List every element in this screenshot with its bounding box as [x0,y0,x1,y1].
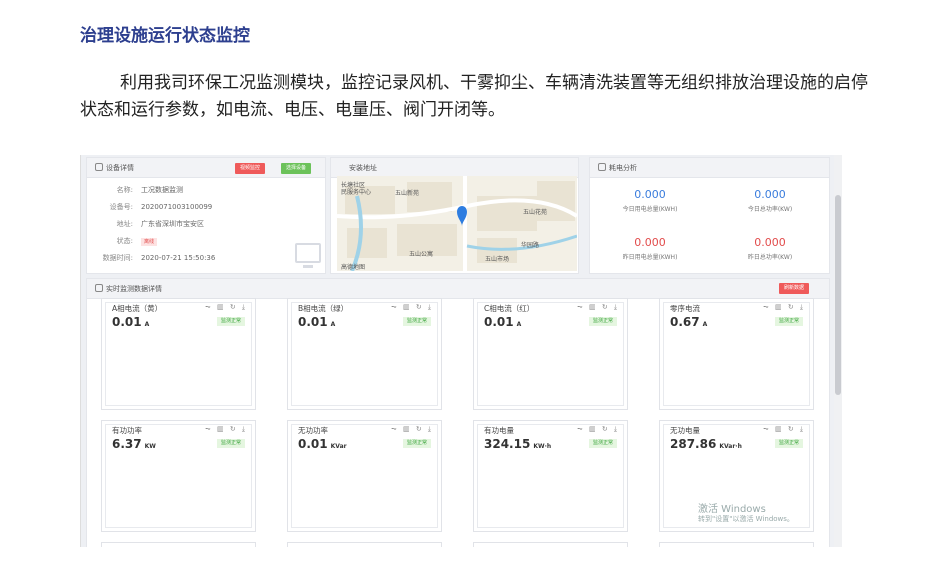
realtime-panel-title: 实时监测数据详情 [106,285,162,293]
refresh-data-button[interactable]: 刷新数据 [779,283,810,294]
device-time-row: 数据时间: 2020-07-21 15:50:36 [102,254,216,262]
metric-card: 零序电流 0.67 A ⏦ ▥ ↻ ⤓ 监测正常 [659,298,814,410]
status-badge: 监测正常 [402,439,431,448]
chart-icon [598,163,606,171]
metric-card: 有功电量 324.15 KW·h ⏦ ▥ ↻ ⤓ 监测正常 [473,420,628,532]
device-status-row: 状态: 离线 [95,236,158,246]
card-tools-icons[interactable]: ⏦ ▥ ↻ ⤓ [391,303,433,312]
map-view[interactable]: 长塘社区 民服务中心 五山新苑 五山花苑 五山公寓 五山市场 华园路 高德地图 [337,176,577,271]
document-title: 治理设施运行状态监控 [80,26,250,46]
scrollbar[interactable] [834,155,842,547]
metric-card: C相电流（红） 0.01 A ⏦ ▥ ↻ ⤓ 监测正常 [473,298,628,410]
device-name-row: 名称: 工况数据监测 [116,186,183,194]
card-tools-icons[interactable]: ⏦ ▥ ↻ ⤓ [577,303,619,312]
metric-card: B相电流（绿） 0.01 A ⏦ ▥ ↻ ⤓ 监测正常 [287,298,442,410]
energy-today-total: 0.000 今日用电总量(KWH) [622,188,678,213]
metric-card-partial [101,542,256,547]
document-paragraph: 利用我司环保工况监测模块，监控记录风机、干雾抑尘、车辆清洗装置等无组织排放治理设… [80,73,868,120]
device-panel-title: 设备详情 [106,164,134,172]
card-tools-icons[interactable]: ⏦ ▥ ↻ ⤓ [763,303,805,312]
data-icon [95,284,103,292]
windows-activation-hint: 转到"设置"以激活 Windows。 [698,515,794,523]
device-id-row: 设备号: 2020071003100099 [109,203,213,211]
realtime-panel-header: 实时监测数据详情 刷新数据 [87,279,829,299]
status-badge: 离线 [141,238,158,246]
monitor-icon [295,243,321,268]
video-monitor-button[interactable]: 视频监控 [235,163,266,174]
map-panel-header: 安装地址 [331,158,578,178]
app-screenshot: 设备详情 视频监控 选择设备 名称: 工况数据监测 设备号: 20200710031… [80,155,842,547]
energy-today-power: 0.000 今日总功率(KW) [747,188,793,213]
energy-yesterday-total: 0.000 昨日用电总量(KWH) [622,236,678,261]
map-drawing [337,176,577,271]
metric-card-partial [659,542,814,547]
metric-card: 有功功率 6.37 KW ⏦ ▥ ↻ ⤓ 监测正常 [101,420,256,532]
card-tools-icons[interactable]: ⏦ ▥ ↻ ⤓ [763,425,805,434]
card-tools-icons[interactable]: ⏦ ▥ ↻ ⤓ [205,425,247,434]
status-badge: 监测正常 [588,439,617,448]
info-icon [95,163,103,171]
status-badge: 监测正常 [588,317,617,326]
energy-panel-title: 耗电分析 [609,164,637,172]
windows-activation-watermark: 激活 Windows [698,504,766,515]
amap-logo: 高德地图 [341,264,366,271]
card-tools-icons[interactable]: ⏦ ▥ ↻ ⤓ [577,425,619,434]
metric-card: A相电流（黄） 0.01 A ⏦ ▥ ↻ ⤓ 监测正常 [101,298,256,410]
map-panel-title: 安装地址 [349,164,377,172]
metric-card-partial [473,542,628,547]
status-badge: 监测正常 [774,439,803,448]
status-badge: 监测正常 [216,439,245,448]
scrollbar-thumb[interactable] [835,195,841,395]
status-badge: 监测正常 [774,317,803,326]
card-tools-icons[interactable]: ⏦ ▥ ↻ ⤓ [205,303,247,312]
select-device-button[interactable]: 选择设备 [281,163,312,174]
energy-yesterday-power: 0.000 昨日总功率(KW) [747,236,793,261]
energy-panel: 耗电分析 0.000 今日用电总量(KWH) 0.000 今日总功率(KW) 0.0… [589,157,830,274]
metric-card: 无功功率 0.01 KVar ⏦ ▥ ↻ ⤓ 监测正常 [287,420,442,532]
device-panel: 设备详情 视频监控 选择设备 名称: 工况数据监测 设备号: 20200710031… [86,157,326,274]
energy-panel-header: 耗电分析 [590,158,829,178]
device-address-row: 地址: 广东省深圳市宝安区 [116,220,204,228]
device-panel-header: 设备详情 视频监控 选择设备 [87,158,325,178]
status-badge: 监测正常 [216,317,245,326]
card-tools-icons[interactable]: ⏦ ▥ ↻ ⤓ [391,425,433,434]
metric-card-partial [287,542,442,547]
status-badge: 监测正常 [402,317,431,326]
